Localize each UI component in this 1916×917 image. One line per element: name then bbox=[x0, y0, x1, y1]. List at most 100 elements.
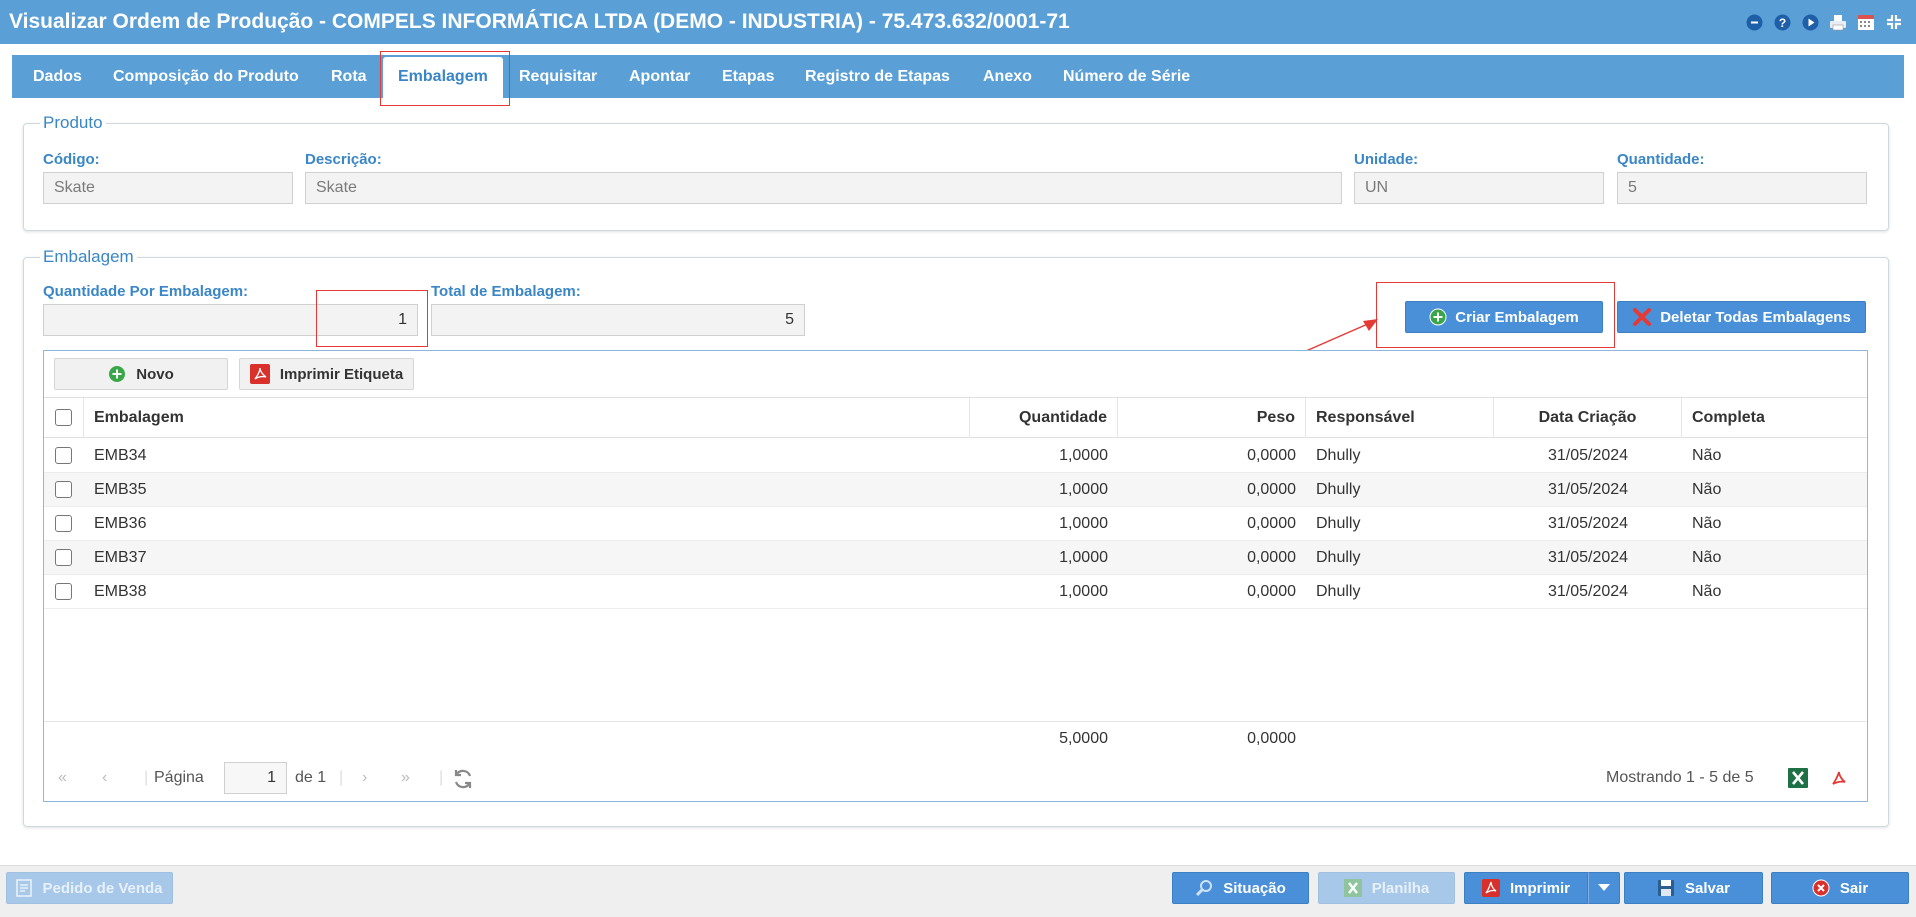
cell-peso: 0,0000 bbox=[1247, 549, 1296, 566]
row-checkbox[interactable] bbox=[55, 549, 72, 566]
imprimir-label: Imprimir bbox=[1509, 879, 1570, 897]
pdf-icon bbox=[1481, 879, 1500, 897]
col-responsavel[interactable]: Responsável bbox=[1306, 398, 1494, 438]
novo-button[interactable]: Novo bbox=[54, 358, 228, 390]
printer-icon[interactable] bbox=[1828, 12, 1848, 32]
next-page-icon[interactable]: › bbox=[362, 755, 367, 801]
help-icon[interactable]: ? bbox=[1772, 12, 1792, 32]
imprimir-dropdown-button[interactable] bbox=[1588, 872, 1620, 904]
cell-quantidade: 1,0000 bbox=[1059, 481, 1108, 498]
codigo-field[interactable]: Skate bbox=[43, 172, 293, 204]
pagina-label: Página bbox=[154, 769, 204, 786]
excel-icon[interactable] bbox=[1788, 768, 1808, 788]
tab-etapas[interactable]: Etapas bbox=[722, 55, 774, 98]
cell-quantidade: 1,0000 bbox=[1059, 549, 1108, 566]
cell-peso: 0,0000 bbox=[1247, 447, 1296, 464]
cell-responsavel: Dhully bbox=[1316, 515, 1361, 532]
total-embalagem-label: Total de Embalagem: bbox=[431, 283, 581, 300]
row-checkbox[interactable] bbox=[55, 481, 72, 498]
minimize-circle-icon[interactable] bbox=[1744, 12, 1764, 32]
collapse-icon[interactable] bbox=[1884, 12, 1904, 32]
cell-completa: Não bbox=[1692, 515, 1722, 532]
embalagens-grid: Novo Imprimir Etiqueta Embalagem Quantid… bbox=[43, 350, 1868, 802]
tab-numero-de-serie[interactable]: Número de Série bbox=[1063, 55, 1190, 98]
prev-page-icon[interactable]: ‹ bbox=[102, 755, 107, 801]
col-peso[interactable]: Peso bbox=[1118, 398, 1306, 438]
tab-rota[interactable]: Rota bbox=[331, 55, 367, 98]
novo-label: Novo bbox=[136, 365, 174, 383]
tab-embalagem[interactable]: Embalagem bbox=[383, 57, 503, 101]
codigo-label: Código: bbox=[43, 151, 100, 168]
sum-peso: 0,0000 bbox=[1247, 730, 1296, 747]
row-checkbox[interactable] bbox=[55, 515, 72, 532]
tab-registro-de-etapas[interactable]: Registro de Etapas bbox=[805, 55, 950, 98]
sair-label: Sair bbox=[1839, 879, 1869, 897]
cell-responsavel: Dhully bbox=[1316, 583, 1361, 600]
quantidade-field[interactable]: 5 bbox=[1617, 172, 1867, 204]
tab-requisitar[interactable]: Requisitar bbox=[519, 55, 597, 98]
tab-composicao-do-produto[interactable]: Composição do Produto bbox=[113, 55, 299, 98]
table-row[interactable]: EMB34 1,0000 0,0000 Dhully 31/05/2024 Nã… bbox=[44, 439, 1867, 473]
cell-peso: 0,0000 bbox=[1247, 583, 1296, 600]
pedido-de-venda-label: Pedido de Venda bbox=[42, 879, 163, 897]
imprimir-button[interactable]: Imprimir bbox=[1464, 872, 1588, 904]
qtd-por-embalagem-field[interactable]: 1 bbox=[43, 304, 418, 336]
window-title: Visualizar Ordem de Produção - COMPELS I… bbox=[9, 10, 1070, 33]
planilha-label: Planilha bbox=[1371, 879, 1430, 897]
cell-quantidade: 1,0000 bbox=[1059, 515, 1108, 532]
magnifier-icon bbox=[1195, 879, 1213, 897]
tab-anexo[interactable]: Anexo bbox=[983, 55, 1032, 98]
calendar-icon[interactable] bbox=[1856, 12, 1876, 32]
col-quantidade[interactable]: Quantidade bbox=[930, 398, 1118, 438]
imprimir-etiqueta-button[interactable]: Imprimir Etiqueta bbox=[239, 358, 414, 390]
cell-peso: 0,0000 bbox=[1247, 481, 1296, 498]
cell-responsavel: Dhully bbox=[1316, 447, 1361, 464]
cell-data-criacao: 31/05/2024 bbox=[1547, 549, 1629, 566]
cell-responsavel: Dhully bbox=[1316, 549, 1361, 566]
descricao-field[interactable]: Skate bbox=[305, 172, 1342, 204]
table-row[interactable]: EMB35 1,0000 0,0000 Dhully 31/05/2024 Nã… bbox=[44, 473, 1867, 507]
situacao-button[interactable]: Situação bbox=[1172, 872, 1309, 904]
svg-text:?: ? bbox=[1778, 16, 1785, 30]
cell-peso: 0,0000 bbox=[1247, 515, 1296, 532]
refresh-icon[interactable] bbox=[452, 768, 474, 789]
planilha-button[interactable]: Planilha bbox=[1318, 872, 1455, 904]
select-all-checkbox[interactable] bbox=[55, 409, 72, 426]
salvar-button[interactable]: Salvar bbox=[1624, 872, 1763, 904]
play-icon[interactable] bbox=[1800, 12, 1820, 32]
row-checkbox[interactable] bbox=[55, 447, 72, 464]
table-row[interactable]: EMB38 1,0000 0,0000 Dhully 31/05/2024 Nã… bbox=[44, 575, 1867, 609]
unidade-field[interactable]: UN bbox=[1354, 172, 1604, 204]
salvar-label: Salvar bbox=[1684, 879, 1731, 897]
cell-quantidade: 1,0000 bbox=[1059, 447, 1108, 464]
tab-dados[interactable]: Dados bbox=[33, 55, 82, 98]
bottom-action-bar: Pedido de Venda Situação Planilha Imprim… bbox=[0, 865, 1916, 917]
row-checkbox[interactable] bbox=[55, 583, 72, 600]
cell-data-criacao: 31/05/2024 bbox=[1547, 583, 1629, 600]
table-row[interactable]: EMB36 1,0000 0,0000 Dhully 31/05/2024 Nã… bbox=[44, 507, 1867, 541]
pdf-icon[interactable] bbox=[1829, 768, 1849, 788]
table-row[interactable]: EMB37 1,0000 0,0000 Dhully 31/05/2024 Nã… bbox=[44, 541, 1867, 575]
select-all-cell bbox=[44, 398, 84, 438]
tab-bar: Dados Composição do Produto Rota Embalag… bbox=[12, 55, 1904, 101]
grid-header: Embalagem Quantidade Peso Responsável Da… bbox=[44, 398, 1867, 438]
title-bar: Visualizar Ordem de Produção - COMPELS I… bbox=[0, 0, 1916, 44]
imprimir-etiqueta-label: Imprimir Etiqueta bbox=[279, 365, 404, 383]
deletar-todas-button[interactable]: Deletar Todas Embalagens bbox=[1617, 301, 1866, 333]
total-embalagem-field[interactable]: 5 bbox=[431, 304, 805, 336]
col-completa[interactable]: Completa bbox=[1682, 398, 1868, 438]
sair-button[interactable]: Sair bbox=[1771, 872, 1909, 904]
tab-apontar[interactable]: Apontar bbox=[629, 55, 690, 98]
caret-down-icon bbox=[1598, 884, 1610, 892]
cell-data-criacao: 31/05/2024 bbox=[1547, 515, 1629, 532]
delete-x-icon bbox=[1632, 307, 1652, 327]
col-data-criacao[interactable]: Data Criação bbox=[1494, 398, 1682, 438]
cell-embalagem: EMB36 bbox=[94, 515, 147, 532]
criar-embalagem-button[interactable]: Criar Embalagem bbox=[1405, 301, 1603, 333]
first-page-icon[interactable]: « bbox=[58, 755, 67, 801]
page-number-input[interactable]: 1 bbox=[224, 762, 287, 794]
last-page-icon[interactable]: » bbox=[401, 755, 410, 801]
pedido-de-venda-button[interactable]: Pedido de Venda bbox=[6, 872, 173, 904]
col-embalagem[interactable]: Embalagem bbox=[84, 398, 970, 438]
cell-completa: Não bbox=[1692, 447, 1722, 464]
